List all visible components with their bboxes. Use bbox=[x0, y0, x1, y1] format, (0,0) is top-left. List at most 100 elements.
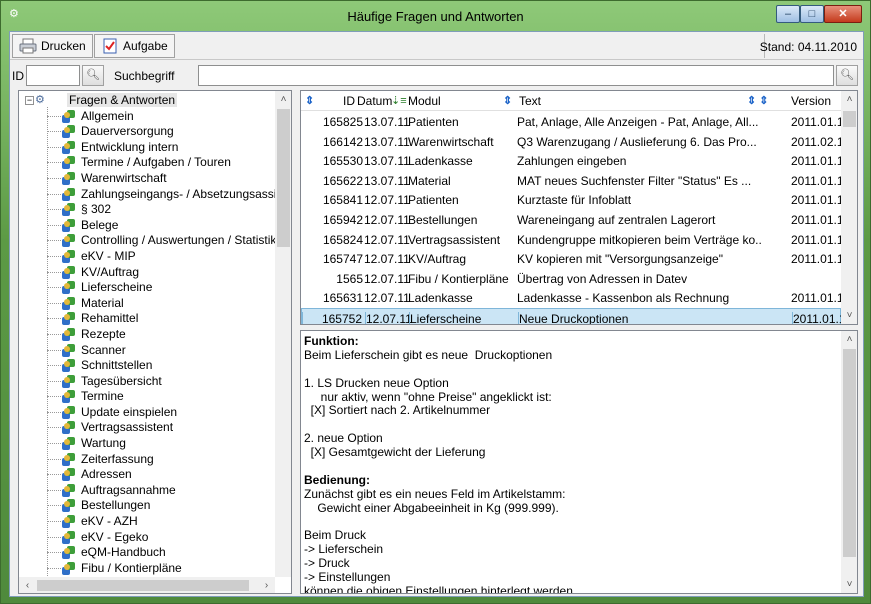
scroll-right-icon[interactable]: › bbox=[258, 577, 275, 593]
title-bar[interactable]: ⚙ Häufige Fragen und Antworten – □ ✕ bbox=[1, 1, 870, 31]
detail-text[interactable]: Funktion: Beim Lieferschein gibt es neue … bbox=[300, 330, 858, 594]
tree-item[interactable]: eQM-Handbuch bbox=[19, 545, 275, 561]
client-area: Drucken Aufgabe Stand: 04.11.2010 ID 🔍︎ … bbox=[9, 31, 864, 597]
category-tree[interactable]: − ⚙ Fragen & Antworten Allgemein Dauerver… bbox=[18, 90, 292, 594]
users-icon bbox=[62, 452, 76, 466]
table-row[interactable]: 165747 12.07.11 KV/Auftrag KV kopieren mit … bbox=[301, 249, 841, 269]
table-row[interactable]: 165631 12.07.11 Ladenkasse Ladenkasse - Kas… bbox=[301, 288, 841, 308]
tree-item[interactable]: eKV - AZH bbox=[19, 514, 275, 530]
detail-scroll-thumb[interactable] bbox=[843, 349, 856, 557]
table-row[interactable]: 1565 12.07.11 Fibu / Kontierpläne Übertrag … bbox=[301, 269, 841, 289]
table-row[interactable]: 165824 12.07.11 Vertragsassistent Kundengru… bbox=[301, 230, 841, 250]
cell-text: Kundengruppe mitkopieren beim Verträge k… bbox=[517, 232, 762, 247]
checklist-icon bbox=[101, 38, 119, 54]
minimize-button[interactable]: – bbox=[776, 5, 800, 23]
tree-item[interactable]: Rehamittel bbox=[19, 311, 275, 327]
tree-item[interactable]: Controlling / Auswertungen / Statistik bbox=[19, 233, 275, 249]
tree-item-label: Allgemein bbox=[81, 108, 134, 123]
cell-text: Übertrag von Adressen in Datev bbox=[517, 271, 688, 286]
task-button[interactable]: Aufgabe bbox=[94, 34, 175, 58]
table-row[interactable]: 165942 12.07.11 Bestellungen Wareneingang a… bbox=[301, 210, 841, 230]
scroll-up-icon[interactable]: ˄ bbox=[841, 91, 857, 108]
maximize-button[interactable]: □ bbox=[800, 5, 824, 23]
tree-item[interactable]: eKV - MIP bbox=[19, 249, 275, 265]
col-version[interactable]: Version bbox=[791, 94, 831, 108]
sort-version-icon[interactable]: ⇕ ⇕ bbox=[747, 94, 769, 107]
tree-item[interactable]: Scanner bbox=[19, 343, 275, 359]
grid-scroll-thumb[interactable] bbox=[843, 111, 856, 127]
tree-item[interactable]: Schnittstellen bbox=[19, 358, 275, 374]
tree-item[interactable]: Rezepte bbox=[19, 327, 275, 343]
col-id[interactable]: ID bbox=[343, 94, 355, 108]
tree-item[interactable]: Auftragsannahme bbox=[19, 483, 275, 499]
table-row[interactable]: 165530 13.07.11 Ladenkasse Zahlungen eingeb… bbox=[301, 151, 841, 171]
scroll-up-icon[interactable]: ˄ bbox=[275, 91, 291, 108]
close-button[interactable]: ✕ bbox=[824, 5, 862, 23]
term-input[interactable] bbox=[198, 65, 834, 86]
table-row[interactable]: 165825 13.07.11 Patienten Pat, Anlage, Alle… bbox=[301, 112, 841, 132]
tree-item[interactable]: Dauerversorgung bbox=[19, 124, 275, 140]
collapse-icon[interactable]: − bbox=[25, 96, 34, 105]
col-modul[interactable]: Modul bbox=[408, 94, 441, 108]
scroll-left-icon[interactable]: ‹ bbox=[19, 577, 36, 593]
tree-scroll-thumb[interactable] bbox=[277, 109, 290, 247]
tree-item[interactable]: Zeiterfassung bbox=[19, 452, 275, 468]
faq-grid[interactable]: ⇕ ID Datum ⇣≡ Modul ⇕ Text ⇕ ⇕ Version 1… bbox=[300, 90, 858, 325]
tree-item[interactable]: Tagesübersicht bbox=[19, 374, 275, 390]
detail-line: Beim Druck bbox=[304, 528, 367, 543]
cell-datum: 12.07.11 bbox=[364, 271, 410, 286]
tree-item[interactable]: Allgemein bbox=[19, 109, 275, 125]
tree-item[interactable]: Wartung bbox=[19, 436, 275, 452]
table-row[interactable]: 165841 12.07.11 Patienten Kurztaste für Inf… bbox=[301, 190, 841, 210]
table-row[interactable]: 165752 12.07.11 Lieferscheine Neue Druckopt… bbox=[301, 308, 842, 325]
id-input[interactable] bbox=[26, 65, 80, 86]
tree-item[interactable]: Bestellungen bbox=[19, 498, 275, 514]
cell-id: 166142 bbox=[322, 134, 363, 149]
users-icon bbox=[62, 499, 76, 513]
grid-vscrollbar[interactable]: ˄ ˅ bbox=[841, 91, 857, 324]
cell-datum: 12.07.11 bbox=[365, 312, 412, 325]
col-text[interactable]: Text bbox=[519, 94, 541, 108]
table-row[interactable]: 166142 13.07.11 Warenwirtschaft Q3 Warenzug… bbox=[301, 132, 841, 152]
tree-item[interactable]: Material bbox=[19, 296, 275, 312]
tree-item[interactable]: Fibu / Kontierpläne bbox=[19, 561, 275, 577]
tree-item[interactable]: Termine bbox=[19, 389, 275, 405]
tree-item[interactable]: Entwicklung intern bbox=[19, 140, 275, 156]
tree-item[interactable]: Vertragsassistent bbox=[19, 420, 275, 436]
term-search-button[interactable]: 🔍︎ bbox=[836, 65, 858, 86]
tree-item[interactable]: eKV - Egeko bbox=[19, 530, 275, 546]
table-row[interactable]: 165622 13.07.11 Material MAT neues Suchfens… bbox=[301, 171, 841, 191]
tree-item-label: Termine / Aufgaben / Touren bbox=[81, 155, 231, 170]
tree-item-label: eKV - Egeko bbox=[81, 529, 149, 544]
users-icon bbox=[62, 468, 76, 482]
print-button[interactable]: Drucken bbox=[12, 34, 93, 58]
tree-connector bbox=[47, 240, 61, 242]
tree-item-label: Auftragsannahme bbox=[81, 482, 176, 497]
scroll-up-icon[interactable]: ˄ bbox=[841, 331, 857, 348]
tree-item[interactable]: Update einspielen bbox=[19, 405, 275, 421]
tree-hscroll-thumb[interactable] bbox=[37, 580, 249, 591]
tree-hscrollbar[interactable]: ‹ › bbox=[19, 577, 275, 593]
tree-root[interactable]: − ⚙ Fragen & Antworten bbox=[19, 93, 275, 109]
detail-vscrollbar[interactable]: ˄ ˅ bbox=[841, 331, 857, 593]
tree-item[interactable]: Zahlungseingangs- / Absetzungsassis bbox=[19, 187, 275, 203]
tree-vscrollbar[interactable]: ˄ bbox=[275, 91, 291, 577]
sort-icon[interactable]: ⇕ bbox=[305, 94, 314, 107]
scroll-down-icon[interactable]: ˅ bbox=[841, 576, 857, 593]
tree-item[interactable]: Termine / Aufgaben / Touren bbox=[19, 155, 275, 171]
id-search-button[interactable]: 🔍︎ bbox=[82, 65, 104, 86]
tree-item-label: Lieferscheine bbox=[81, 280, 153, 295]
tree-item-label: Bestellungen bbox=[81, 498, 151, 513]
tree-item[interactable]: KV/Auftrag bbox=[19, 265, 275, 281]
filter-icon[interactable]: ⇣≡ bbox=[391, 94, 407, 107]
scroll-down-icon[interactable]: ˅ bbox=[841, 307, 857, 324]
tree-item[interactable]: Warenwirtschaft bbox=[19, 171, 275, 187]
tree-item[interactable]: Belege bbox=[19, 218, 275, 234]
tree-item[interactable]: Lieferscheine bbox=[19, 280, 275, 296]
sort-text-icon[interactable]: ⇕ bbox=[503, 94, 512, 107]
tree-connector bbox=[47, 318, 61, 320]
cell-text: Pat, Anlage, Alle Anzeigen - Pat, Anlage… bbox=[517, 115, 759, 129]
tree-item[interactable]: § 302 bbox=[19, 202, 275, 218]
col-datum[interactable]: Datum bbox=[357, 94, 392, 108]
tree-item[interactable]: Adressen bbox=[19, 467, 275, 483]
